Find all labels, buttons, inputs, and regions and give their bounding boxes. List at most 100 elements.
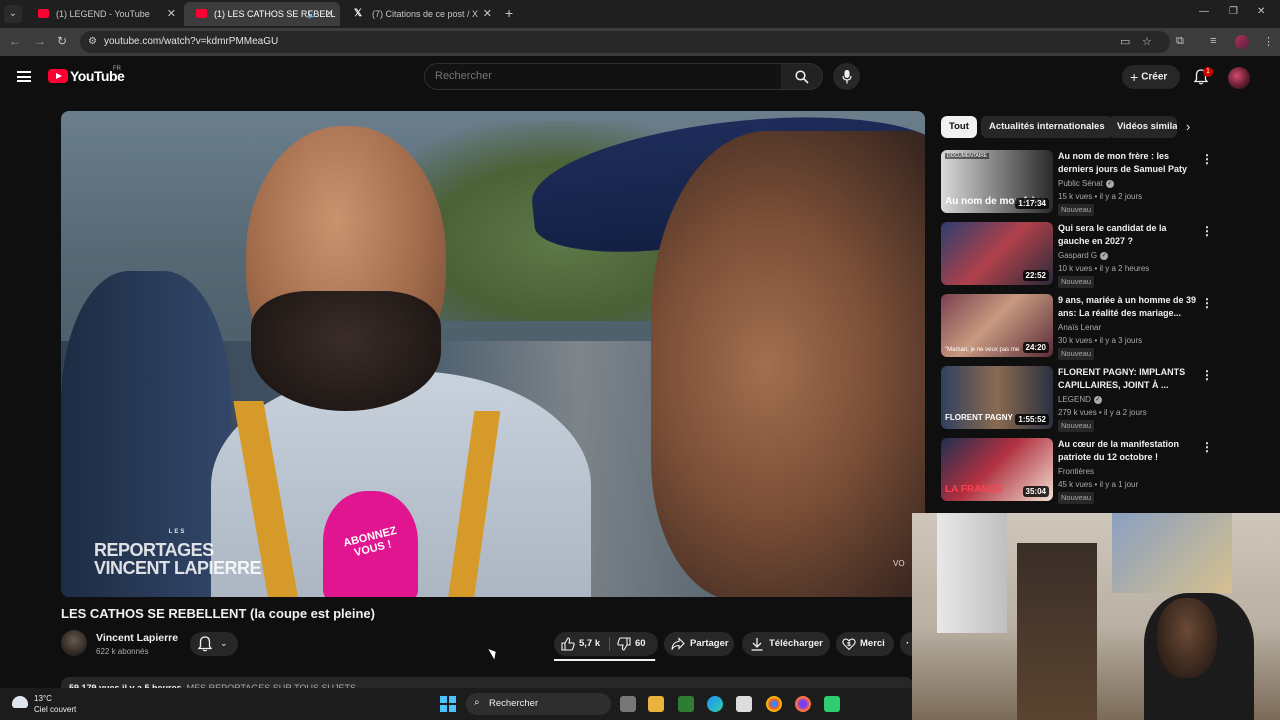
channel-watermark: LES REPORTAGES VINCENT LAPIERRE — [94, 523, 262, 577]
more-menu-icon[interactable]: ⋮ — [1263, 35, 1274, 48]
channel-avatar[interactable] — [61, 630, 87, 656]
more-actions-button[interactable]: · — [900, 632, 912, 656]
chip-similar-videos[interactable]: Vidéos simila — [1109, 116, 1177, 138]
app-icon[interactable] — [824, 696, 840, 712]
recommended-video[interactable]: DOCUMENTAIRE Au nom de mon frère 1:17:34… — [941, 150, 1221, 216]
share-button[interactable]: Partager — [664, 632, 734, 656]
url-text[interactable]: youtube.com/watch?v=kdmrPMMeaGU — [104, 36, 278, 47]
webcam-overlay — [912, 513, 1280, 720]
tab-search-menu[interactable]: ⌄ — [4, 5, 22, 23]
site-info-icon[interactable]: ⚙ — [88, 36, 97, 47]
taskbar-search[interactable]: ⌕ Rechercher — [466, 693, 611, 715]
menu-icon[interactable] — [17, 71, 31, 82]
channel-name[interactable]: Vincent Lapierre — [96, 632, 178, 644]
search-box — [424, 63, 782, 90]
recommended-video[interactable]: FLORENT PAGNY 1:55:52 FLORENT PAGNY: IMP… — [941, 366, 1221, 432]
like-count: 5,7 k — [579, 638, 601, 649]
browser-tab-strip: ⌄ (1) LEGEND - YouTube ✕ (1) LES CATHOS … — [0, 0, 1280, 28]
more-options-icon[interactable]: ⋮ — [1201, 296, 1213, 310]
more-options-icon[interactable]: ⋮ — [1201, 368, 1213, 382]
dislike-button[interactable]: 60 — [610, 632, 658, 656]
video-title[interactable]: Au nom de mon frère : les derniers jours… — [1058, 150, 1198, 176]
video-title[interactable]: FLORENT PAGNY: IMPLANTS CAPILLAIRES, JOI… — [1058, 366, 1198, 392]
store-icon[interactable] — [736, 696, 752, 712]
account-avatar[interactable] — [1228, 67, 1250, 89]
weather-temperature[interactable]: 13°C — [34, 694, 52, 703]
address-bar[interactable]: ⚙ youtube.com/watch?v=kdmrPMMeaGU ▭ ☆ — [80, 31, 1170, 53]
chrome-icon[interactable] — [766, 696, 782, 712]
browser-profile-avatar[interactable] — [1235, 35, 1249, 49]
tab-legend[interactable]: (1) LEGEND - YouTube ✕ — [26, 2, 182, 26]
channel-name[interactable]: Public Sénat ✓ — [1058, 179, 1114, 188]
extensions-icon[interactable]: ⧉ — [1176, 35, 1184, 48]
voice-search-button[interactable] — [833, 63, 860, 90]
tab-current-video[interactable]: (1) LES CATHOS SE REBELL 🔈 ✕ — [184, 2, 340, 26]
nvidia-icon[interactable] — [678, 696, 694, 712]
chip-all[interactable]: Tout — [941, 116, 977, 138]
webcam-streamer — [1157, 598, 1217, 678]
firefox-icon[interactable] — [795, 696, 811, 712]
close-icon[interactable]: ✕ — [483, 2, 492, 26]
video-thumbnail[interactable]: FLORENT PAGNY 1:55:52 — [941, 366, 1053, 429]
channel-name[interactable]: LEGEND ✓ — [1058, 395, 1102, 404]
video-player[interactable]: ABONNEZ VOUS ! LES REPORTAGES VINCENT LA… — [61, 111, 925, 597]
task-view-icon[interactable] — [620, 696, 636, 712]
more-options-icon[interactable]: ⋮ — [1201, 152, 1213, 166]
mouse-cursor-icon — [488, 646, 499, 660]
tab-title: (7) Citations de ce post / X — [372, 9, 479, 19]
video-title[interactable]: Au cœur de la manifestation patriote du … — [1058, 438, 1198, 464]
video-meta: 15 k vues • il y a 2 jours — [1058, 192, 1143, 201]
download-button[interactable]: Télécharger — [742, 632, 830, 656]
media-controls-icon[interactable]: ≡ — [1210, 35, 1216, 47]
video-thumbnail[interactable]: "Maman, je ne veux pas me 24:20 — [941, 294, 1053, 357]
video-title[interactable]: 9 ans, mariée à un homme de 39 ans: La r… — [1058, 294, 1198, 320]
edge-icon[interactable] — [707, 696, 723, 712]
youtube-logo-icon[interactable] — [48, 69, 68, 83]
verified-check-icon: ✓ — [1093, 395, 1102, 404]
video-thumbnail[interactable]: 22:52 — [941, 222, 1053, 285]
back-icon[interactable]: ← — [9, 34, 21, 48]
channel-name[interactable]: Frontières — [1058, 467, 1094, 476]
windows-start-icon[interactable] — [440, 696, 456, 712]
microphone-icon — [841, 69, 852, 83]
video-duration: 24:20 — [1022, 342, 1049, 353]
search-icon — [795, 70, 809, 84]
recommended-video[interactable]: LA FRANCE 35:04 Au cœur de la manifestat… — [941, 438, 1221, 504]
maximize-icon[interactable]: ❐ — [1229, 6, 1238, 17]
close-icon[interactable]: ✕ — [325, 2, 334, 26]
subscription-bell-button[interactable]: ⌄ — [190, 632, 238, 656]
country-code: FR — [113, 66, 121, 72]
more-options-icon[interactable]: ⋮ — [1201, 440, 1213, 454]
recommended-video[interactable]: 22:52 Qui sera le candidat de la gauche … — [941, 222, 1221, 288]
close-icon[interactable]: ✕ — [167, 2, 176, 26]
forward-icon[interactable]: → — [34, 34, 46, 48]
chip-international-news[interactable]: Actualités internationales — [981, 116, 1113, 138]
close-window-icon[interactable]: ✕ — [1257, 6, 1265, 17]
video-thumbnail[interactable]: LA FRANCE 35:04 — [941, 438, 1053, 501]
create-button[interactable]: + Créer — [1122, 65, 1180, 89]
like-button[interactable]: 5,7 k — [554, 632, 609, 656]
reload-icon[interactable]: ↻ — [57, 34, 67, 48]
video-meta: 30 k vues • il y a 3 jours — [1058, 336, 1143, 345]
new-tab-icon[interactable]: + — [505, 5, 513, 21]
more-options-icon[interactable]: ⋮ — [1201, 224, 1213, 238]
file-explorer-icon[interactable] — [648, 696, 664, 712]
minimize-icon[interactable]: — — [1199, 6, 1209, 17]
channel-name[interactable]: Anaïs Lenar — [1058, 323, 1101, 332]
thanks-button[interactable]: $ Merci — [836, 632, 894, 656]
recommended-video[interactable]: "Maman, je ne veux pas me 24:20 9 ans, m… — [941, 294, 1221, 360]
search-input[interactable] — [435, 70, 765, 82]
channel-name-text: Frontières — [1058, 467, 1095, 476]
verified-check-icon: ✓ — [1105, 179, 1114, 188]
bookmark-star-icon[interactable]: ☆ — [1142, 35, 1152, 48]
video-thumbnail[interactable]: DOCUMENTAIRE Au nom de mon frère 1:17:34 — [941, 150, 1053, 213]
chevron-right-icon[interactable]: › — [1186, 119, 1190, 134]
weather-description[interactable]: Ciel couvert — [34, 705, 76, 714]
speaker-icon[interactable]: 🔈 — [307, 2, 318, 26]
search-button[interactable] — [781, 63, 823, 90]
cast-icon[interactable]: ▭ — [1120, 35, 1130, 48]
video-title[interactable]: Qui sera le candidat de la gauche en 202… — [1058, 222, 1198, 248]
channel-name[interactable]: Gaspard G ✓ — [1058, 251, 1109, 260]
tab-x-post[interactable]: 𝕏 (7) Citations de ce post / X ✕ — [342, 2, 498, 26]
cloud-icon[interactable] — [12, 696, 28, 708]
